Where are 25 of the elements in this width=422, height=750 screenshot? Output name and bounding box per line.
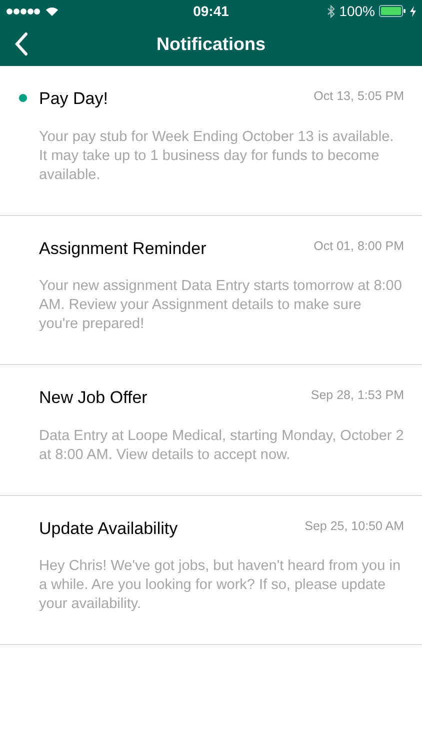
notification-item[interactable]: Pay Day! Oct 13, 5:05 PM Your pay stub for Week Ending October 13 is available. It may take up to 1 business day for funds to become available. — [0, 66, 422, 216]
notification-time: Oct 01, 8:00 PM — [314, 238, 404, 254]
charging-icon — [410, 6, 416, 16]
battery-icon — [379, 5, 406, 17]
screen-title: Notifications — [156, 32, 266, 56]
notification-item[interactable]: Assignment Reminder Oct 01, 8:00 PM Your new assignment Data Entry starts tomorrow at 8:00 AM. Review your Assignment details to make sure you're prepared! — [0, 216, 422, 365]
back-chevron-icon — [14, 32, 28, 56]
notification-message: Your new assignment Data Entry starts tomorrow at 8:00 AM. Review your Assignment details to make sure you're prepared! — [39, 277, 403, 334]
notification-message: Hey Chris! We've got jobs, but haven't heard from you in a while. Are you looking for work? If so, please update your availability. — [39, 557, 402, 614]
bluetooth-icon — [327, 4, 336, 18]
notification-time: Oct 13, 5:05 PM — [314, 88, 404, 105]
notification-message: Data Entry at Loope Medical, starting Monday, October 2 at 8:00 AM. View details to accept now. — [39, 426, 404, 464]
notification-title: Update Availability — [39, 518, 178, 540]
notification-time: Sep 25, 10:50 AM — [304, 518, 404, 535]
notification-title: Pay Day! — [39, 88, 108, 110]
notification-time: Sep 28, 1:53 PM — [310, 387, 404, 404]
status-time: 09:41 — [193, 2, 229, 20]
notification-item[interactable]: Update Availability Sep 25, 10:50 AM Hey Chris! We've got jobs, but haven't heard from you in a while. Are you looking for work? If so, please update your availability. — [0, 496, 422, 645]
battery-percent: 100% — [339, 2, 375, 20]
notification-title: Assignment Reminder — [39, 238, 206, 260]
signal-icon — [6, 8, 40, 14]
notification-item[interactable]: New Job Offer Sep 28, 1:53 PM Data Entry at Loope Medical, starting Monday, October 2 at 8:00 AM. View details to accept now. — [0, 365, 422, 496]
notification-title: New Job Offer — [39, 387, 148, 409]
notification-message: Your pay stub for Week Ending October 13 is available. It may take up to 1 business day for funds to become available. — [39, 128, 395, 184]
wifi-icon — [45, 6, 59, 16]
